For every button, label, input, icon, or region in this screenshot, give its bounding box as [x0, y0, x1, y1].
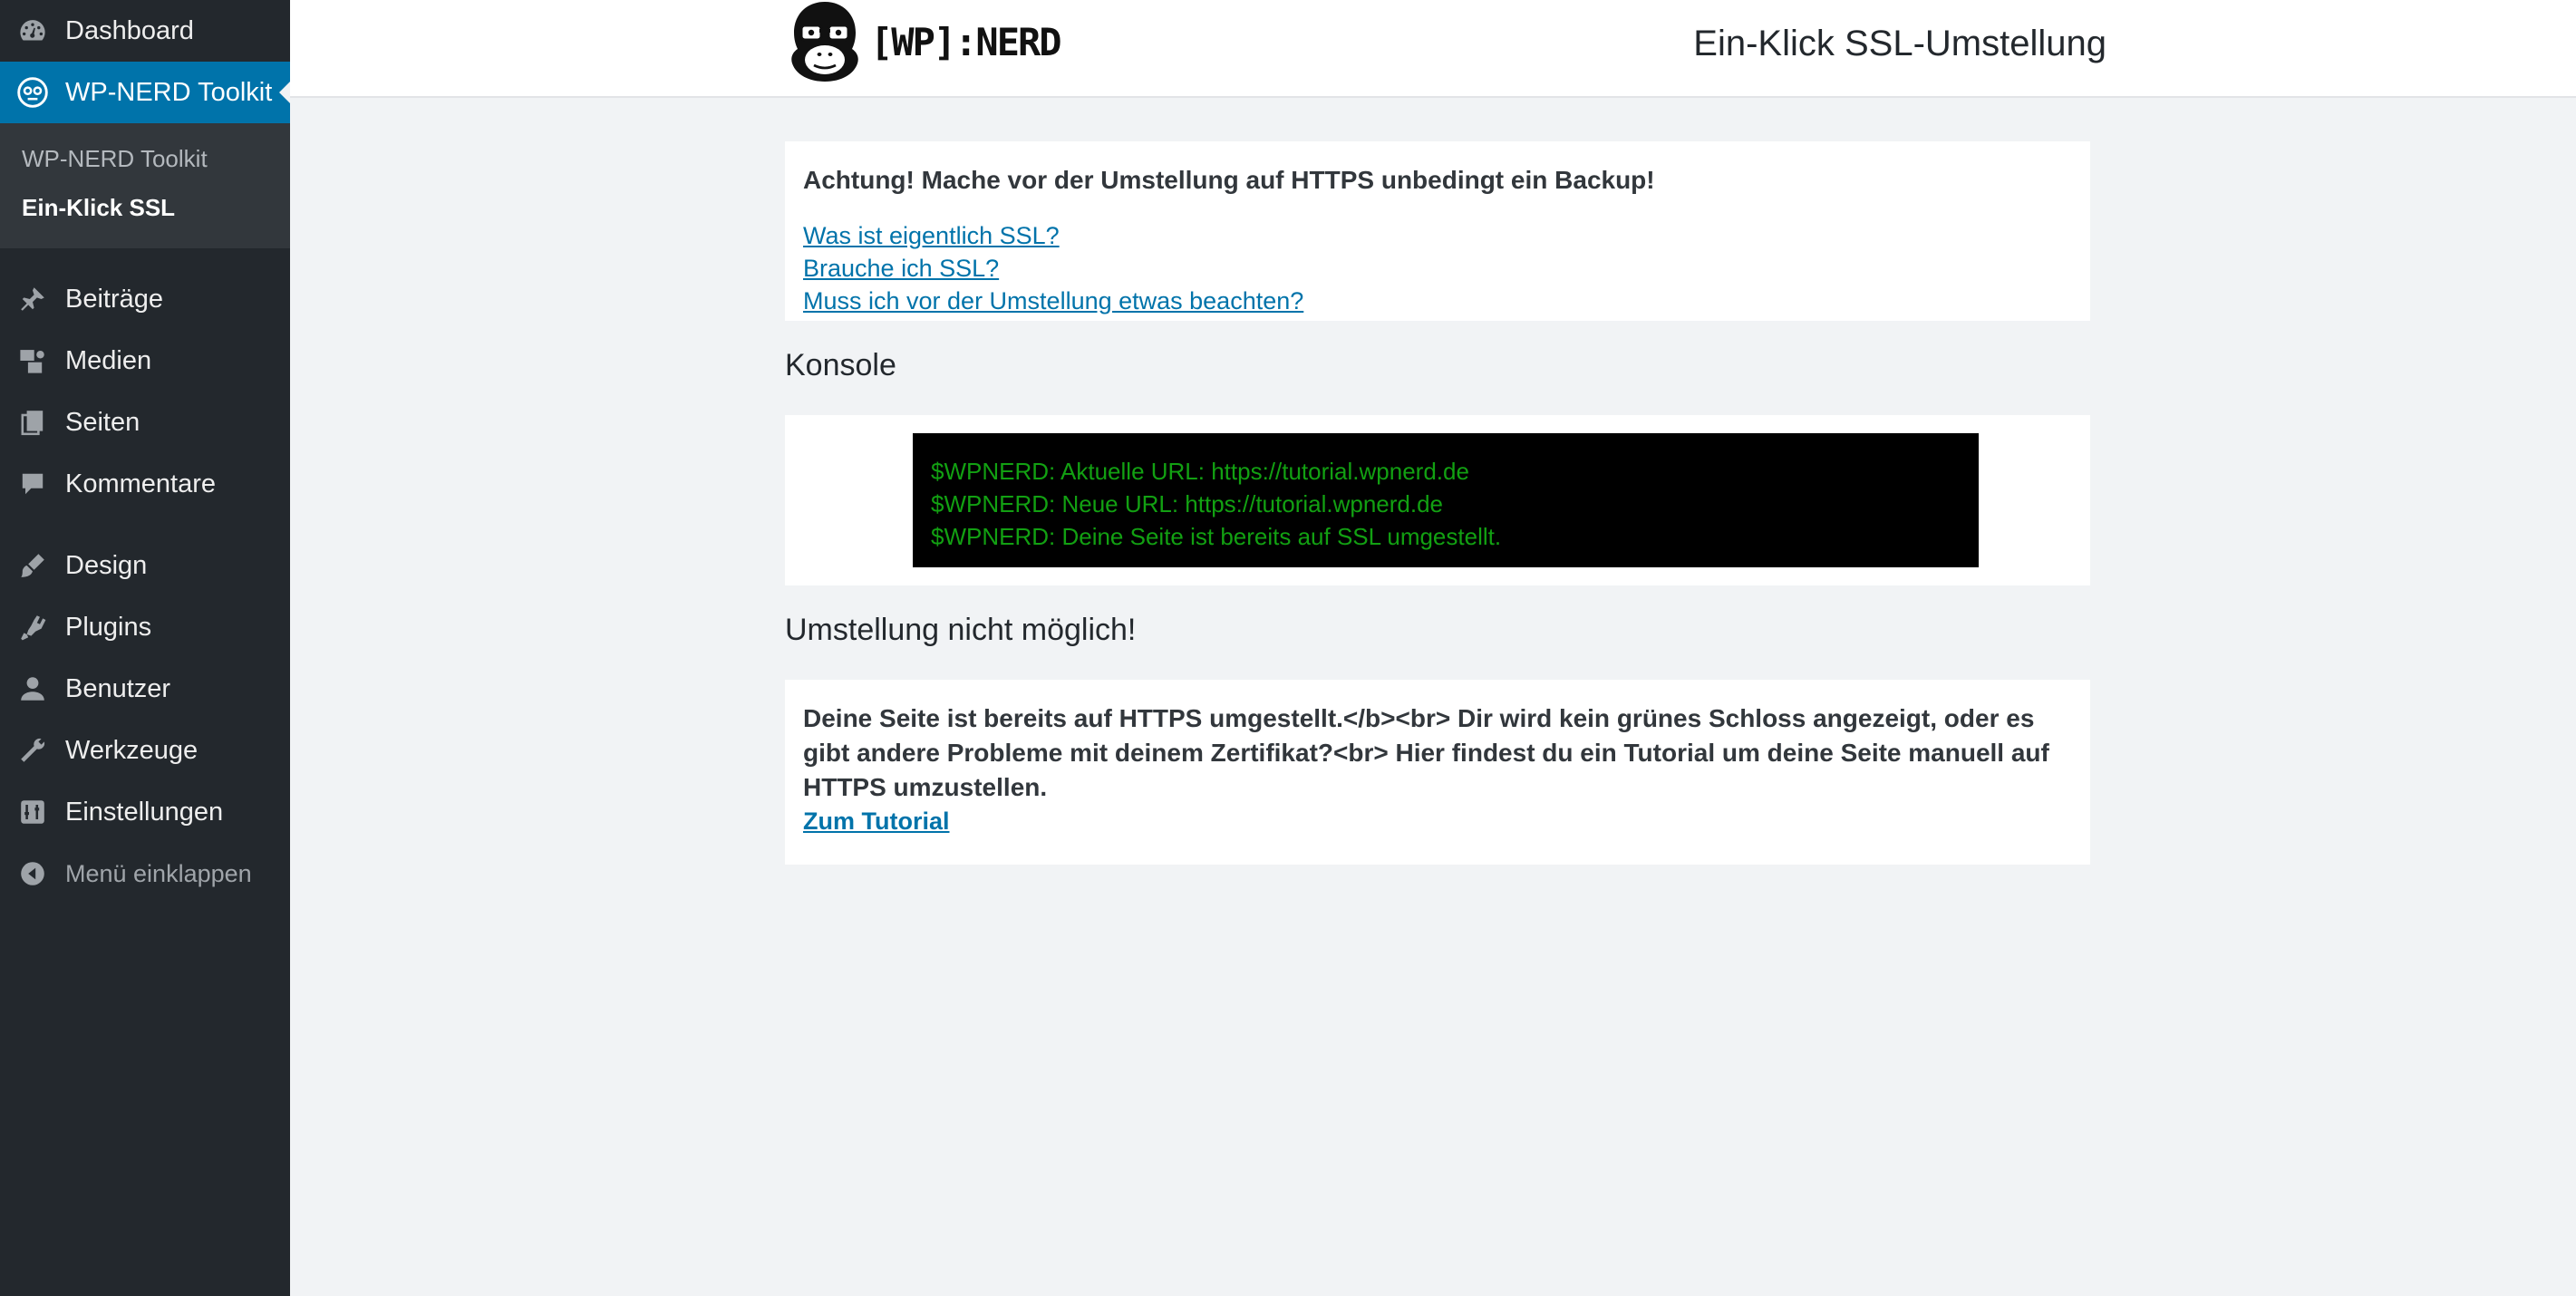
sidebar-item-label: Seiten: [65, 407, 140, 437]
sidebar-item-label: Plugins: [65, 612, 152, 642]
link-what-is-ssl[interactable]: Was ist eigentlich SSL?: [803, 219, 2072, 252]
console-line: $WPNERD: Aktuelle URL: https://tutorial.…: [931, 458, 1469, 485]
sidebar-item-design[interactable]: Design: [0, 535, 290, 596]
gorilla-mascot-icon: [791, 2, 858, 82]
sidebar-item-werkzeuge[interactable]: Werkzeuge: [0, 720, 290, 781]
result-message: Deine Seite ist bereits auf HTTPS umgest…: [803, 704, 2049, 801]
collapse-menu-button[interactable]: Menü einklappen: [0, 843, 290, 904]
sidebar-item-label: Kommentare: [65, 469, 217, 498]
sidebar-item-benutzer[interactable]: Benutzer: [0, 658, 290, 720]
settings-icon: [16, 796, 49, 828]
media-icon: [16, 344, 49, 377]
sidebar-item-label: Dashboard: [65, 15, 194, 45]
sidebar-item-label: Benutzer: [65, 673, 171, 703]
toolkit-submenu: WP-NERD Toolkit Ein-Klick SSL: [0, 123, 290, 248]
submenu-item-ein-klick-ssl[interactable]: Ein-Klick SSL: [0, 183, 290, 232]
brush-icon: [16, 549, 49, 582]
wp-nerd-logo: [WP]:NERD: [785, 0, 1062, 83]
nerd-toolkit-icon: [16, 76, 49, 109]
sidebar-item-label: Einstellungen: [65, 797, 224, 827]
sidebar-item-beitraege[interactable]: Beiträge: [0, 268, 290, 330]
console-line: $WPNERD: Deine Seite ist bereits auf SSL…: [931, 523, 1502, 550]
admin-sidebar: Dashboard WP-NERD Toolkit WP-NERD Toolki…: [0, 0, 290, 1296]
sidebar-item-dashboard[interactable]: Dashboard: [0, 0, 290, 62]
sidebar-item-label: Design: [65, 550, 148, 580]
console-heading: Konsole: [785, 348, 896, 382]
sidebar-item-seiten[interactable]: Seiten: [0, 392, 290, 453]
sidebar-item-label: Medien: [65, 345, 152, 375]
tutorial-link[interactable]: Zum Tutorial: [803, 805, 2072, 837]
pin-icon: [16, 283, 49, 315]
collapse-menu-label: Menü einklappen: [65, 859, 252, 887]
collapse-arrow-icon: [16, 857, 49, 890]
console-card: $WPNERD: Aktuelle URL: https://tutorial.…: [785, 415, 2090, 585]
link-what-to-consider[interactable]: Muss ich vor der Umstellung etwas beacht…: [803, 285, 2072, 317]
link-do-i-need-ssl[interactable]: Brauche ich SSL?: [803, 252, 2072, 285]
sidebar-item-label: Werkzeuge: [65, 735, 199, 765]
pages-icon: [16, 406, 49, 439]
sidebar-item-einstellungen[interactable]: Einstellungen: [0, 781, 290, 843]
result-card: Deine Seite ist bereits auf HTTPS umgest…: [785, 680, 2090, 865]
sidebar-item-label: Beiträge: [65, 284, 164, 314]
sidebar-item-kommentare[interactable]: Kommentare: [0, 453, 290, 515]
sidebar-item-wp-nerd-toolkit[interactable]: WP-NERD Toolkit: [0, 62, 290, 123]
submenu-item-toolkit[interactable]: WP-NERD Toolkit: [0, 134, 290, 183]
plugin-icon: [16, 611, 49, 643]
dashboard-icon: [16, 15, 49, 47]
sidebar-item-medien[interactable]: Medien: [0, 330, 290, 392]
user-icon: [16, 672, 49, 705]
comment-icon: [16, 468, 49, 500]
plugin-header: [WP]:NERD Ein-Klick SSL-Umstellung: [290, 0, 2576, 98]
backup-warning-text: Achtung! Mache vor der Umstellung auf HT…: [803, 166, 1655, 194]
backup-notice-card: Achtung! Mache vor der Umstellung auf HT…: [785, 141, 2090, 321]
page-title: Ein-Klick SSL-Umstellung: [1693, 24, 2106, 63]
console-output: $WPNERD: Aktuelle URL: https://tutorial.…: [913, 433, 1979, 567]
wrench-icon: [16, 734, 49, 767]
console-line: $WPNERD: Neue URL: https://tutorial.wpne…: [931, 490, 1444, 517]
result-heading: Umstellung nicht möglich!: [785, 613, 1137, 647]
sidebar-item-plugins[interactable]: Plugins: [0, 596, 290, 658]
logo-text: [WP]:NERD: [870, 19, 1062, 64]
sidebar-item-label: WP-NERD Toolkit: [65, 77, 273, 107]
